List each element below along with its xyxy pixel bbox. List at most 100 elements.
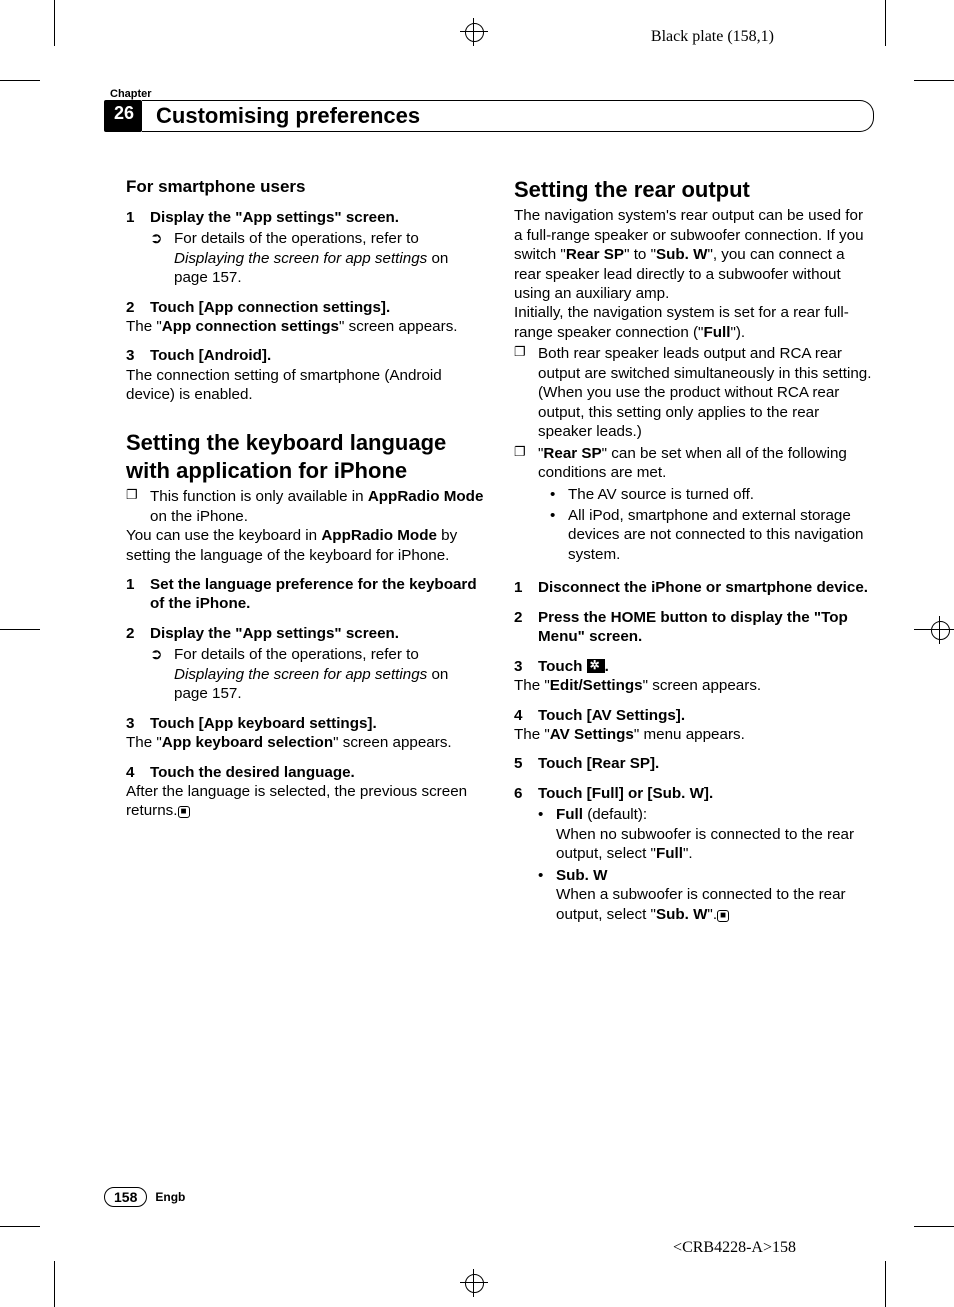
step-body: The "App connection settings" screen app…	[126, 317, 486, 336]
step-number: 4	[514, 706, 538, 725]
step-body: The "AV Settings" menu appears.	[514, 725, 874, 744]
step-title: Touch [Android].	[150, 346, 486, 365]
note-bold: AppRadio Mode	[368, 488, 484, 505]
section-heading: Setting the rear output	[514, 176, 874, 204]
step-title: Touch the desired language.	[150, 763, 486, 782]
registration-mark-icon	[460, 18, 488, 46]
note-text: This function is only available in	[150, 488, 368, 505]
step-number: 6	[514, 784, 538, 803]
step-body: The connection setting of smartphone (An…	[126, 366, 486, 405]
step: 4 Touch the desired language.	[126, 763, 486, 782]
dot-icon: •	[538, 866, 556, 924]
crop-mark	[54, 0, 55, 46]
crop-mark	[0, 1226, 40, 1227]
bullet-text: The AV source is turned off.	[568, 485, 754, 504]
folio: <CRB4228-A>158	[673, 1239, 796, 1257]
note-bullet: ❐ "Rear SP" can be set when all of the f…	[514, 444, 874, 483]
crop-mark	[54, 1261, 55, 1307]
step: 1 Disconnect the iPhone or smartphone de…	[514, 578, 874, 597]
step-number: 2	[126, 298, 150, 317]
ref-text: For details of the operations, refer to	[174, 646, 419, 663]
option-name: Sub. W	[556, 867, 607, 884]
step: 5 Touch [Rear SP].	[514, 754, 874, 773]
step: 3 Touch [App keyboard settings].	[126, 714, 486, 733]
step-title: Touch [App keyboard settings].	[150, 714, 486, 733]
bullet-text: All iPod, smartphone and external storag…	[568, 506, 874, 564]
paragraph: The navigation system's rear output can …	[514, 206, 874, 303]
step: 2 Touch [App connection settings].	[126, 298, 486, 317]
crop-mark	[914, 1226, 954, 1227]
section-heading: Setting the keyboard language with appli…	[126, 429, 486, 485]
intro-text: You can use the keyboard in AppRadio Mod…	[126, 526, 486, 565]
section-heading: For smartphone users	[126, 176, 486, 198]
sub-bullet: • The AV source is turned off.	[514, 485, 874, 504]
chapter-title: Customising preferences	[156, 103, 420, 129]
dot-icon: •	[550, 485, 568, 504]
step-number: 2	[514, 608, 538, 647]
step-title: Display the "App settings" screen.	[150, 624, 486, 643]
step-title: Touch [Full] or [Sub. W].	[538, 784, 874, 803]
step: 2 Press the HOME button to display the "…	[514, 608, 874, 647]
step-body: After the language is selected, the prev…	[126, 782, 486, 821]
option-aux: (default):	[583, 806, 647, 823]
step-body: The "App keyboard selection" screen appe…	[126, 733, 486, 752]
step-number: 3	[514, 657, 538, 676]
option-bullet: • Full (default): When no subwoofer is c…	[514, 805, 874, 863]
page-footer: 158 Engb	[104, 1187, 185, 1207]
step-number: 1	[126, 208, 150, 227]
footer-lang: Engb	[155, 1190, 185, 1204]
option-bullet: • Sub. W When a subwoofer is connected t…	[514, 866, 874, 924]
ref-ital: Displaying the screen for app settings	[174, 666, 427, 683]
end-mark-icon: ■	[717, 910, 729, 922]
ref-icon: ➲	[150, 229, 174, 287]
box-icon: ❐	[126, 487, 150, 526]
dot-icon: •	[550, 506, 568, 564]
step-number: 5	[514, 754, 538, 773]
step-title: Touch [Rear SP].	[538, 754, 874, 773]
left-column: For smartphone users 1 Display the "App …	[126, 176, 486, 1157]
step: 4 Touch [AV Settings].	[514, 706, 874, 725]
step: 1 Display the "App settings" screen.	[126, 208, 486, 227]
step-body: The "Edit/Settings" screen appears.	[514, 676, 874, 695]
box-icon: ❐	[514, 344, 538, 441]
step-number: 2	[126, 624, 150, 643]
step-number: 1	[126, 575, 150, 614]
step-title: Set the language preference for the keyb…	[150, 575, 486, 614]
ref-ital: Displaying the screen for app settings	[174, 250, 427, 267]
note-bullet: ❐ This function is only available in App…	[126, 487, 486, 526]
step: 1 Set the language preference for the ke…	[126, 575, 486, 614]
dot-icon: •	[538, 805, 556, 863]
page: Black plate (158,1) Chapter 26 Customisi…	[0, 0, 954, 1307]
registration-mark-icon	[460, 1269, 488, 1297]
crop-mark	[914, 80, 954, 81]
reference-bullet: ➲ For details of the operations, refer t…	[126, 645, 486, 703]
step-title: Touch .	[538, 657, 874, 676]
crop-mark	[885, 0, 886, 46]
plate-label: Black plate (158,1)	[651, 28, 774, 46]
settings-icon	[587, 659, 605, 673]
sub-bullet: • All iPod, smartphone and external stor…	[514, 506, 874, 564]
step-number: 3	[126, 346, 150, 365]
note-bold: Rear SP	[543, 445, 601, 462]
right-column: Setting the rear output The navigation s…	[514, 176, 874, 1157]
step: 2 Display the "App settings" screen.	[126, 624, 486, 643]
step-title: Display the "App settings" screen.	[150, 208, 486, 227]
note-text: on the iPhone.	[150, 508, 248, 525]
reference-bullet: ➲ For details of the operations, refer t…	[126, 229, 486, 287]
step-title: Touch [App connection settings].	[150, 298, 486, 317]
crop-mark	[0, 80, 40, 81]
step-number: 4	[126, 763, 150, 782]
end-mark-icon: ■	[178, 806, 190, 818]
option-name: Full	[556, 806, 583, 823]
chapter-number: 26	[104, 100, 142, 132]
chapter-label: Chapter	[110, 88, 874, 100]
ref-icon: ➲	[150, 645, 174, 703]
step: 3 Touch [Android].	[126, 346, 486, 365]
box-icon: ❐	[514, 444, 538, 483]
paragraph: Initially, the navigation system is set …	[514, 303, 874, 342]
step-title: Touch [AV Settings].	[538, 706, 874, 725]
step-number: 3	[126, 714, 150, 733]
registration-mark-icon	[926, 616, 954, 644]
chapter-header: Chapter 26 Customising preferences	[104, 88, 874, 132]
ref-text: For details of the operations, refer to	[174, 230, 419, 247]
